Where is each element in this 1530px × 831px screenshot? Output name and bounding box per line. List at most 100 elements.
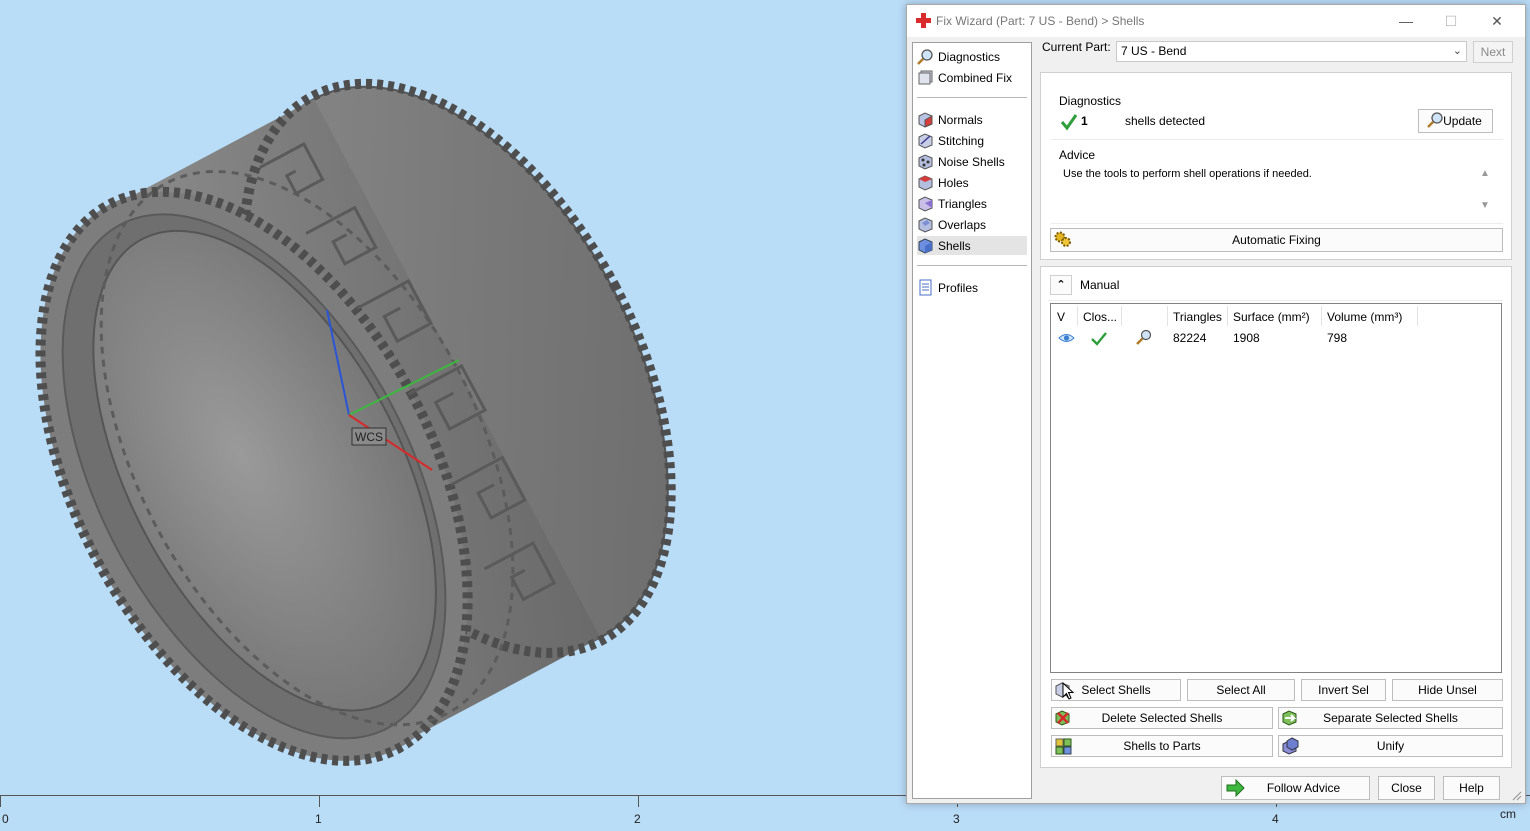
- normals-cube-icon: [918, 112, 933, 128]
- column-header-surface[interactable]: Surface (mm²): [1233, 310, 1310, 324]
- delete-shell-icon: [1055, 710, 1070, 726]
- overlaps-icon: [918, 217, 933, 233]
- nav-label-noise-shells: Noise Shells: [938, 154, 1005, 169]
- checkmark-icon: [1060, 114, 1078, 131]
- advice-heading: Advice: [1059, 148, 1096, 162]
- automatic-fixing-button[interactable]: Automatic Fixing: [1050, 228, 1503, 252]
- nav-item-diagnostics[interactable]: Diagnostics: [917, 47, 1027, 66]
- mouse-cursor-icon: [1062, 682, 1074, 700]
- select-all-button[interactable]: Select All: [1187, 679, 1295, 701]
- shell-count: 1: [1081, 114, 1088, 128]
- wizard-nav: Diagnostics Combined Fix Normals Stitchi…: [912, 42, 1032, 799]
- title-bar[interactable]: Fix Wizard (Part: 7 US - Bend) > Shells …: [907, 5, 1525, 37]
- nav-label-shells: Shells: [938, 238, 971, 253]
- hide-unsel-button[interactable]: Hide Unsel: [1392, 679, 1503, 701]
- delete-selected-shells-button[interactable]: Delete Selected Shells: [1051, 707, 1273, 729]
- close-button[interactable]: Close: [1378, 776, 1435, 800]
- automatic-fixing-label: Automatic Fixing: [1232, 233, 1321, 247]
- separate-shells-icon: [1282, 710, 1297, 726]
- column-header-triangles[interactable]: Triangles: [1173, 310, 1222, 324]
- nav-item-normals[interactable]: Normals: [917, 110, 1027, 129]
- nav-label-holes: Holes: [938, 175, 969, 190]
- holes-icon: [918, 175, 933, 191]
- magnifier-icon: [1427, 112, 1443, 128]
- magnifier-icon: [917, 49, 933, 65]
- ring-model[interactable]: WCS: [0, 0, 906, 795]
- separate-selected-shells-label: Separate Selected Shells: [1323, 711, 1458, 725]
- window-title: Fix Wizard (Part: 7 US - Bend) > Shells: [936, 14, 1145, 28]
- follow-advice-label: Follow Advice: [1266, 781, 1341, 795]
- nav-label-diagnostics: Diagnostics: [938, 49, 1001, 64]
- current-part-value: 7 US - Bend: [1121, 44, 1187, 58]
- column-header-visible[interactable]: V: [1057, 310, 1065, 324]
- nav-item-shells[interactable]: Shells: [917, 236, 1027, 255]
- advice-scroll-up[interactable]: ▲: [1480, 168, 1490, 179]
- next-button[interactable]: Next: [1473, 41, 1513, 63]
- manual-heading: Manual: [1080, 278, 1120, 292]
- invert-sel-button[interactable]: Invert Sel: [1301, 679, 1386, 701]
- shells-to-parts-label: Shells to Parts: [1123, 739, 1201, 753]
- triangles-icon: [918, 196, 933, 212]
- help-button[interactable]: Help: [1443, 776, 1500, 800]
- ruler-label-2: 2: [634, 812, 641, 826]
- nav-item-combined-fix[interactable]: Combined Fix: [917, 68, 1027, 87]
- shells-table[interactable]: V Clos... Triangles Surface (mm²) Volume…: [1050, 303, 1502, 673]
- current-part-select[interactable]: 7 US - Bend ⌄: [1116, 41, 1467, 62]
- diagnostics-panel: Diagnostics 1 shells detected Update Adv…: [1040, 72, 1512, 260]
- app-icon: [916, 13, 931, 28]
- advice-scroll-down[interactable]: ▼: [1480, 200, 1490, 211]
- chevron-down-icon: ⌄: [1452, 45, 1462, 57]
- right-arrow-icon: [1226, 779, 1245, 797]
- delete-selected-shells-label: Delete Selected Shells: [1101, 711, 1223, 725]
- fix-wizard-dialog: Fix Wizard (Part: 7 US - Bend) > Shells …: [906, 4, 1526, 804]
- nav-item-overlaps[interactable]: Overlaps: [917, 215, 1027, 234]
- select-shells-label: Select Shells: [1081, 683, 1151, 697]
- wcs-label: WCS: [355, 430, 383, 444]
- maximize-button[interactable]: ☐: [1440, 11, 1462, 31]
- cube-stack-icon: [918, 70, 933, 85]
- close-window-button[interactable]: ✕: [1486, 11, 1508, 31]
- ruler-label-4: 4: [1272, 812, 1279, 826]
- resize-grip-icon[interactable]: [1510, 789, 1522, 801]
- manual-collapse-button[interactable]: ⌃: [1050, 275, 1072, 295]
- profiles-document-icon: [919, 279, 932, 296]
- nav-label-normals: Normals: [938, 112, 983, 127]
- unify-icon: [1282, 737, 1299, 755]
- unify-button[interactable]: Unify: [1278, 735, 1503, 757]
- ruler-label-1: 1: [315, 812, 322, 826]
- shells-to-parts-icon: [1055, 738, 1072, 755]
- gears-icon: [1054, 231, 1071, 247]
- follow-advice-button[interactable]: Follow Advice: [1221, 776, 1370, 800]
- nav-label-overlaps: Overlaps: [938, 217, 987, 232]
- nav-label-stitching: Stitching: [938, 133, 985, 148]
- nav-item-stitching[interactable]: Stitching: [917, 131, 1027, 150]
- nav-label-triangles: Triangles: [938, 196, 987, 211]
- nav-item-noise-shells[interactable]: Noise Shells: [917, 152, 1027, 171]
- column-header-closed[interactable]: Clos...: [1083, 310, 1117, 324]
- ruler-label-3: 3: [953, 812, 960, 826]
- row-volume: 798: [1327, 331, 1348, 345]
- diagnostics-text: shells detected: [1125, 114, 1206, 128]
- column-header-volume[interactable]: Volume (mm³): [1327, 310, 1402, 324]
- row-surface: 1908: [1233, 331, 1260, 345]
- noise-shells-icon: [918, 154, 933, 170]
- closed-check-icon: [1091, 332, 1107, 346]
- unify-label: Unify: [1376, 739, 1405, 753]
- minimize-button[interactable]: —: [1395, 11, 1417, 31]
- eye-icon[interactable]: [1058, 332, 1075, 344]
- nav-item-profiles[interactable]: Profiles: [917, 278, 1027, 297]
- nav-label-profiles: Profiles: [938, 280, 979, 295]
- ruler-label-0: 0: [2, 812, 9, 826]
- diagnostics-heading: Diagnostics: [1059, 94, 1122, 108]
- nav-item-triangles[interactable]: Triangles: [917, 194, 1027, 213]
- current-part-label: Current Part:: [1042, 40, 1111, 54]
- shell-tool-icon[interactable]: [1135, 329, 1153, 346]
- ruler-unit: cm: [1500, 807, 1516, 821]
- nav-label-combined-fix: Combined Fix: [938, 70, 1013, 85]
- nav-item-holes[interactable]: Holes: [917, 173, 1027, 192]
- separate-selected-shells-button[interactable]: Separate Selected Shells: [1278, 707, 1503, 729]
- row-triangles: 82224: [1173, 331, 1207, 345]
- advice-text: Use the tools to perform shell operation…: [1063, 168, 1312, 180]
- update-button[interactable]: Update: [1418, 109, 1493, 133]
- shells-to-parts-button[interactable]: Shells to Parts: [1051, 735, 1273, 757]
